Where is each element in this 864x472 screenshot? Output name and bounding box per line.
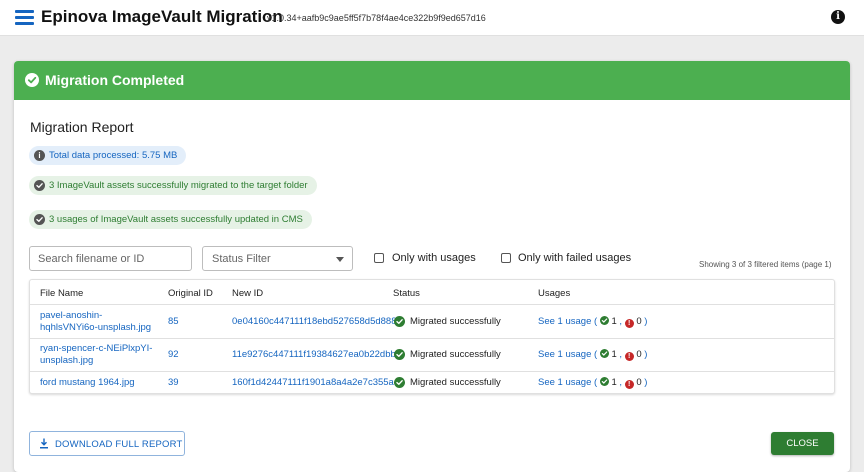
check-circle-icon xyxy=(34,180,45,191)
file-name-link[interactable]: ryan-spencer-c-NEiPlxpYI-unsplash.jpg xyxy=(40,343,165,367)
download-icon xyxy=(40,438,48,449)
info-icon: i xyxy=(34,150,45,161)
check-circle-icon xyxy=(25,73,39,87)
assets-migrated-chip: 3 ImageVault assets successfully migrate… xyxy=(29,176,317,195)
usage-summary: See 1 usage ( 1 , ! 0 ) xyxy=(538,316,648,328)
status-text: Migrated successfully xyxy=(410,377,501,388)
table-row: ryan-spencer-c-NEiPlxpYI-unsplash.jpg 92… xyxy=(30,338,834,371)
status-text: Migrated successfully xyxy=(410,349,501,360)
completed-banner: Migration Completed xyxy=(14,61,850,100)
new-id-link[interactable]: 0e04160c447111f18ebd527658d5d888 xyxy=(232,316,396,328)
success-count: 1 xyxy=(611,377,617,388)
migration-result-card: Migration Completed Migration Report i T… xyxy=(14,61,850,472)
success-count: 1 xyxy=(611,316,617,327)
error-icon: ! xyxy=(624,319,634,328)
see-usage-link[interactable]: See 1 usage xyxy=(538,316,591,327)
status-filter-select[interactable]: Status Filter xyxy=(202,246,353,271)
only-with-usages-checkbox[interactable] xyxy=(374,253,384,263)
check-circle-icon xyxy=(394,349,405,360)
original-id-link[interactable]: 39 xyxy=(168,377,179,389)
error-count: 0 xyxy=(636,316,642,327)
pagination-summary: Showing 3 of 3 filtered items (page 1) xyxy=(699,260,832,269)
chip-text: Total data processed: 5.75 MB xyxy=(49,150,178,161)
error-icon: ! xyxy=(624,380,634,389)
usage-summary: See 1 usage ( 1 , ! 0 ) xyxy=(538,377,648,389)
usage-summary: See 1 usage ( 1 , ! 0 ) xyxy=(538,349,648,361)
check-circle-icon xyxy=(394,377,405,388)
success-count: 1 xyxy=(611,349,617,360)
status-filter-label: Status Filter xyxy=(212,253,271,265)
usages-updated-chip: 3 usages of ImageVault assets successful… xyxy=(29,210,312,229)
column-header-status[interactable]: Status xyxy=(393,288,420,299)
close-button[interactable]: CLOSE xyxy=(771,432,834,455)
error-count: 0 xyxy=(636,349,642,360)
new-id-link[interactable]: 11e9276c447111f19384627ea0b22dbb xyxy=(232,349,396,361)
menu-icon[interactable] xyxy=(15,10,34,25)
see-usage-link[interactable]: See 1 usage xyxy=(538,377,591,388)
results-table: File Name Original ID New ID Status Usag… xyxy=(29,279,835,394)
only-with-failed-usages-label[interactable]: Only with failed usages xyxy=(518,252,631,264)
column-header-new-id[interactable]: New ID xyxy=(232,288,263,299)
file-name-link[interactable]: ford mustang 1964.jpg xyxy=(40,377,135,389)
success-icon xyxy=(599,377,609,386)
error-icon: ! xyxy=(624,352,634,361)
success-icon xyxy=(599,316,609,325)
app-title: Epinova ImageVault Migration xyxy=(41,7,283,26)
info-icon[interactable]: i xyxy=(831,10,845,24)
see-usage-link[interactable]: See 1 usage xyxy=(538,349,591,360)
banner-title: Migration Completed xyxy=(45,72,185,88)
check-circle-icon xyxy=(394,316,405,327)
top-bar: Epinova ImageVault Migration v1.0.34+aaf… xyxy=(0,0,864,36)
total-data-chip: i Total data processed: 5.75 MB xyxy=(29,146,187,165)
column-header-usages[interactable]: Usages xyxy=(538,288,570,299)
error-count: 0 xyxy=(636,377,642,388)
column-header-original-id[interactable]: Original ID xyxy=(168,288,213,299)
download-report-button[interactable]: DOWNLOAD FULL REPORT xyxy=(29,431,185,456)
column-header-file-name[interactable]: File Name xyxy=(40,288,83,299)
chip-text: 3 usages of ImageVault assets successful… xyxy=(49,214,303,225)
table-row: pavel-anoshin-hqhlsVNYi6o-unsplash.jpg 8… xyxy=(30,304,834,338)
check-circle-icon xyxy=(34,214,45,225)
table-row: ford mustang 1964.jpg 39 160f1d42447111f… xyxy=(30,371,834,393)
search-input[interactable] xyxy=(29,246,192,271)
status-text: Migrated successfully xyxy=(410,316,501,327)
original-id-link[interactable]: 92 xyxy=(168,349,179,361)
report-title: Migration Report xyxy=(30,119,134,135)
chip-text: 3 ImageVault assets successfully migrate… xyxy=(49,180,308,191)
download-report-label: DOWNLOAD FULL REPORT xyxy=(55,439,183,450)
only-with-usages-label[interactable]: Only with usages xyxy=(392,252,476,264)
only-with-failed-usages-checkbox[interactable] xyxy=(501,253,511,263)
file-name-link[interactable]: pavel-anoshin-hqhlsVNYi6o-unsplash.jpg xyxy=(40,310,165,334)
original-id-link[interactable]: 85 xyxy=(168,316,179,328)
new-id-link[interactable]: 160f1d42447111f1901a8a4a2e7c355a xyxy=(232,377,394,389)
app-version: v1.0.34+aafb9c9ae5ff5f7b78f4ae4ce322b9f9… xyxy=(267,13,486,23)
caret-down-icon xyxy=(336,257,344,262)
success-icon xyxy=(599,349,609,358)
